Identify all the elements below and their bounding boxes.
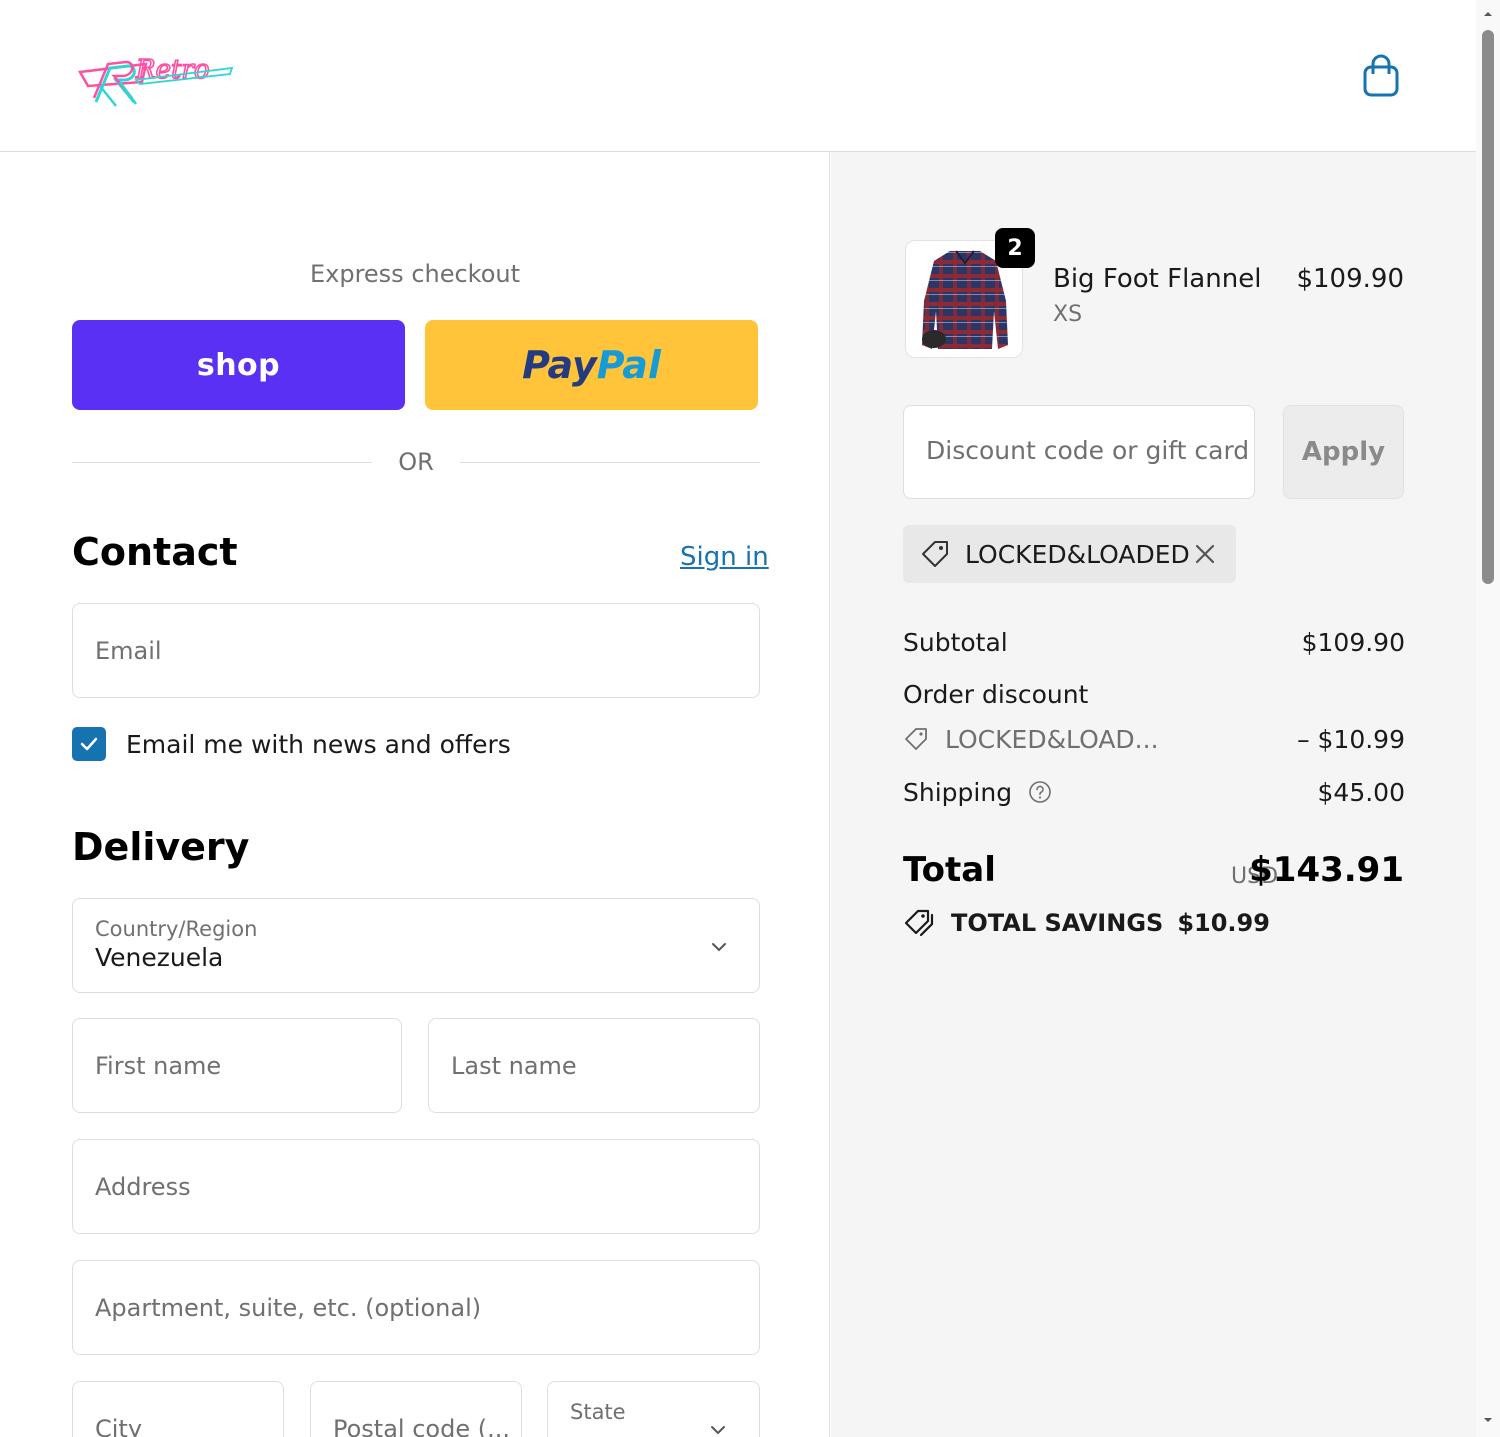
- apartment-placeholder: Apartment, suite, etc. (optional): [95, 1294, 482, 1322]
- discount-code-input[interactable]: Discount code or gift card: [903, 405, 1255, 499]
- apply-discount-button[interactable]: Apply: [1283, 405, 1404, 499]
- order-summary-column: 2 Big Foot Flannel XS $109.90 Discount c…: [831, 152, 1476, 1437]
- subtotal-row: Subtotal $109.90: [903, 628, 1405, 657]
- discount-placeholder: Discount code or gift card: [926, 436, 1250, 465]
- subtotal-value: $109.90: [1301, 628, 1405, 657]
- shipping-row: Shipping $45.00: [903, 778, 1405, 807]
- applied-discount-chip: LOCKED&LOADED: [903, 525, 1236, 583]
- shipping-value: $45.00: [1317, 778, 1405, 807]
- checkmark-icon: [80, 737, 98, 751]
- quantity-badge: 2: [995, 228, 1035, 268]
- discount-value: – $10.99: [1297, 725, 1405, 754]
- apartment-field[interactable]: Apartment, suite, etc. (optional): [72, 1260, 760, 1355]
- sign-in-link[interactable]: Sign in: [680, 542, 769, 572]
- scroll-down-arrow-icon[interactable]: [1482, 1414, 1494, 1426]
- first-name-field[interactable]: First name: [72, 1018, 402, 1113]
- newsletter-checkbox[interactable]: [72, 727, 106, 761]
- tag-icon: [922, 541, 948, 567]
- or-divider: OR: [72, 448, 760, 478]
- shop-pay-label: shop: [196, 347, 281, 383]
- newsletter-label: Email me with news and offers: [126, 729, 511, 759]
- address-placeholder: Address: [95, 1173, 191, 1201]
- state-label: State: [570, 1400, 626, 1424]
- last-name-placeholder: Last name: [451, 1052, 577, 1080]
- city-placeholder: City: [95, 1415, 143, 1437]
- total-label: Total: [903, 850, 996, 890]
- delivery-heading: Delivery: [72, 825, 250, 869]
- paypal-button[interactable]: Pay Pal: [425, 320, 758, 410]
- total-savings-row: TOTAL SAVINGS $10.99: [903, 908, 1270, 938]
- scrollbar-thumb[interactable]: [1482, 30, 1494, 584]
- order-discount-row: Order discount: [903, 680, 1405, 709]
- chevron-down-icon: [712, 943, 726, 952]
- site-header: Retro: [0, 0, 1476, 152]
- newsletter-option[interactable]: Email me with news and offers: [72, 726, 511, 762]
- savings-label: TOTAL SAVINGS: [951, 909, 1164, 937]
- postal-code-field[interactable]: Postal code (...: [310, 1381, 522, 1437]
- express-checkout-title: Express checkout: [309, 260, 521, 288]
- address-field[interactable]: Address: [72, 1139, 760, 1234]
- country-value: Venezuela: [95, 943, 224, 972]
- store-logo[interactable]: Retro: [76, 42, 234, 110]
- email-field[interactable]: Email: [72, 603, 760, 698]
- subtotal-label: Subtotal: [903, 628, 1008, 657]
- checkout-page: Retro Express checkout shop Pay Pal OR Co…: [0, 0, 1500, 1437]
- checkout-form-column: Express checkout shop Pay Pal OR Contact …: [0, 152, 830, 1437]
- or-label: OR: [398, 448, 434, 476]
- page-scrollbar[interactable]: [1476, 0, 1500, 1437]
- shopping-bag-icon: [1363, 54, 1399, 97]
- first-name-placeholder: First name: [95, 1052, 222, 1080]
- chevron-down-icon: [711, 1426, 725, 1435]
- order-discount-detail: LOCKED&LOAD... – $10.99: [903, 725, 1405, 754]
- applied-discount-code: LOCKED&LOADED: [965, 539, 1190, 569]
- help-circle-icon[interactable]: [1028, 780, 1052, 804]
- scroll-up-arrow-icon[interactable]: [1482, 8, 1494, 20]
- cart-button[interactable]: [1360, 52, 1404, 100]
- product-name: Big Foot Flannel: [1053, 264, 1262, 294]
- paypal-label-pay: Pay: [522, 343, 597, 387]
- contact-heading: Contact: [72, 530, 238, 574]
- order-discount-label: Order discount: [903, 680, 1089, 709]
- city-field[interactable]: City: [72, 1381, 284, 1437]
- email-placeholder: Email: [95, 637, 162, 665]
- state-select[interactable]: State: [547, 1381, 760, 1437]
- country-select[interactable]: Country/Region Venezuela: [72, 898, 760, 993]
- product-variant: XS: [1053, 302, 1083, 327]
- country-label: Country/Region: [95, 917, 258, 941]
- discount-code-short: LOCKED&LOAD...: [944, 725, 1159, 754]
- savings-tag-icon: [904, 909, 934, 937]
- savings-value: $10.99: [1177, 909, 1270, 937]
- tag-icon: [905, 728, 927, 750]
- shipping-label: Shipping: [903, 778, 1013, 807]
- shop-pay-button[interactable]: shop: [72, 320, 405, 410]
- paypal-label-pal: Pal: [596, 343, 661, 387]
- postal-code-placeholder: Postal code (...: [333, 1415, 510, 1437]
- remove-discount-icon[interactable]: [1192, 541, 1218, 567]
- last-name-field[interactable]: Last name: [428, 1018, 760, 1113]
- total-value: $143.91: [1249, 850, 1404, 890]
- product-price: $109.90: [1296, 264, 1404, 294]
